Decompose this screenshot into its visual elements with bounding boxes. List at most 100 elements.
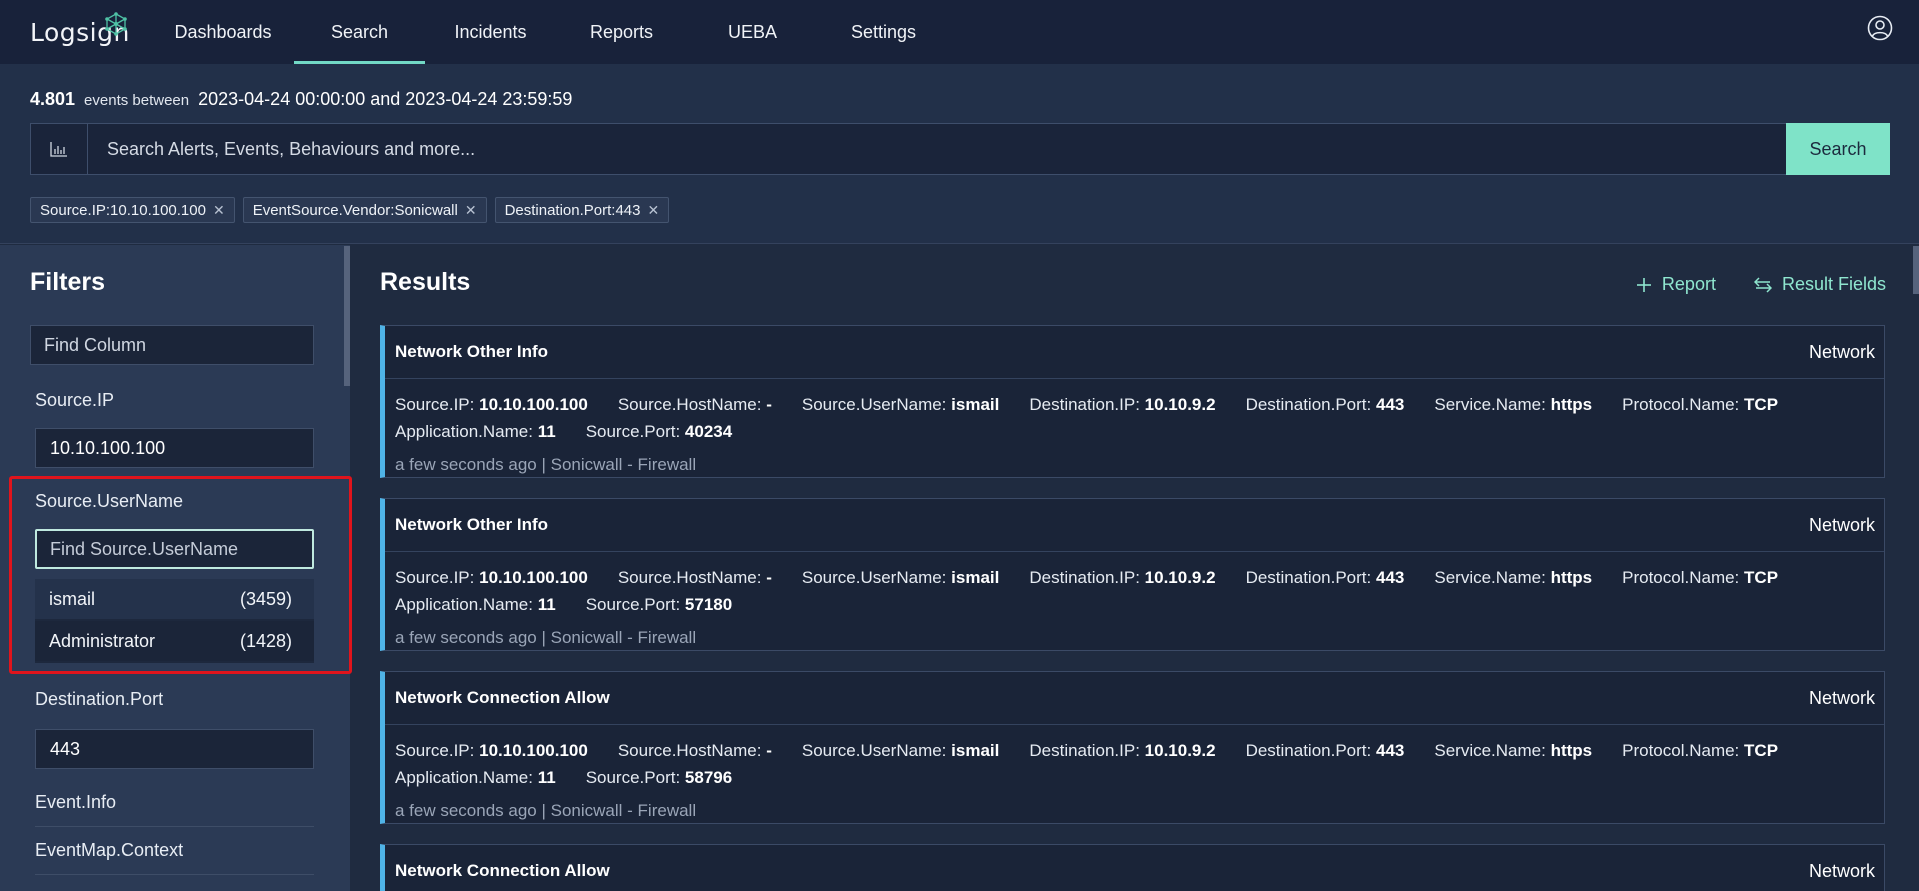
username-option[interactable]: Administrator (1428): [35, 621, 314, 661]
field-pair[interactable]: Application.Name: 11: [395, 595, 556, 615]
field-pair[interactable]: Protocol.Name: TCP: [1622, 741, 1778, 761]
close-icon[interactable]: ✕: [647, 202, 659, 219]
nav-dashboards[interactable]: Dashboards: [152, 0, 294, 64]
field-value: 40234: [684, 421, 733, 441]
field-pair[interactable]: Source.UserName: ismail: [802, 395, 1000, 415]
source-ip-label[interactable]: Source.IP: [35, 390, 114, 411]
field-pair[interactable]: Source.HostName: -: [618, 395, 772, 415]
field-pair[interactable]: Destination.IP: 10.10.9.2: [1029, 741, 1215, 761]
result-card[interactable]: Network Other Info Network Source.IP: 10.1…: [380, 325, 1885, 478]
search-panel: 4.801 events between 2023-04-24 00:00:00…: [0, 64, 1919, 244]
plus-icon: [1636, 277, 1651, 292]
field-pair[interactable]: Protocol.Name: TCP: [1622, 395, 1778, 415]
field-key: Protocol.Name:: [1622, 740, 1740, 760]
field-pair[interactable]: Destination.IP: 10.10.9.2: [1029, 395, 1215, 415]
field-value: TCP: [1744, 394, 1779, 414]
field-row: Source.IP: 10.10.100.100 Source.HostName:…: [395, 391, 1874, 418]
filter-chip[interactable]: Destination.Port:443 ✕: [494, 197, 670, 223]
field-pair[interactable]: Service.Name: https: [1434, 568, 1592, 588]
close-icon[interactable]: ✕: [213, 202, 225, 219]
field-value: 11: [537, 594, 556, 614]
field-value: 443: [1375, 394, 1405, 414]
field-pair[interactable]: Service.Name: https: [1434, 395, 1592, 415]
search-input[interactable]: [88, 124, 1786, 174]
field-key: Source.HostName:: [617, 567, 762, 587]
card-title[interactable]: Network Other Info: [395, 342, 548, 362]
time-range[interactable]: 2023-04-24 00:00:00 and 2023-04-24 23:59…: [198, 89, 572, 110]
destination-port-label[interactable]: Destination.Port: [35, 689, 163, 710]
find-username-input[interactable]: [35, 529, 314, 569]
source-username-label[interactable]: Source.UserName: [35, 491, 183, 512]
nav-incidents[interactable]: Incidents: [425, 0, 556, 64]
field-row: Application.Name: 11 Source.Port: 57180: [395, 591, 1874, 618]
field-pair[interactable]: Source.UserName: ismail: [802, 568, 1000, 588]
result-card[interactable]: Network Connection Allow Network Source.IP…: [380, 671, 1885, 824]
field-value: ismail: [951, 567, 1000, 587]
result-fields-label: Result Fields: [1781, 274, 1886, 294]
field-pair[interactable]: Source.HostName: -: [618, 741, 772, 761]
search-bar: Search: [30, 123, 1890, 175]
nav-settings[interactable]: Settings: [818, 0, 949, 64]
filter-chip[interactable]: EventSource.Vendor:Sonicwall ✕: [242, 197, 487, 223]
card-title[interactable]: Network Other Info: [395, 515, 548, 535]
field-pair[interactable]: Application.Name: 11: [395, 768, 556, 788]
field-key: Destination.Port:: [1245, 567, 1372, 587]
card-title[interactable]: Network Connection Allow: [395, 861, 610, 881]
result-fields-button[interactable]: Result Fields: [1753, 274, 1886, 295]
filters-sidebar: Filters Source.IP 10.10.100.100 Source.U…: [0, 245, 350, 891]
field-pair[interactable]: Service.Name: https: [1434, 741, 1592, 761]
field-pair[interactable]: Source.IP: 10.10.100.100: [395, 395, 588, 415]
card-header: Network Other Info Network: [385, 326, 1884, 379]
nav-ueba[interactable]: UEBA: [687, 0, 818, 64]
field-pair[interactable]: Source.Port: 40234: [586, 422, 733, 442]
field-pair[interactable]: Source.IP: 10.10.100.100: [395, 568, 588, 588]
field-pair[interactable]: Protocol.Name: TCP: [1622, 568, 1778, 588]
field-pair[interactable]: Source.IP: 10.10.100.100: [395, 741, 588, 761]
report-button[interactable]: Report: [1636, 274, 1716, 295]
nav-search[interactable]: Search: [294, 0, 425, 64]
top-nav-bar: Logsign Dashboards Search Incidents Repo…: [0, 0, 1919, 64]
option-count: (1428): [239, 630, 292, 651]
eventmap-context-filter[interactable]: EventMap.Context: [35, 827, 314, 875]
nav-reports[interactable]: Reports: [556, 0, 687, 64]
field-key: Destination.IP:: [1029, 740, 1140, 760]
active-filter-chips: Source.IP:10.10.100.100 ✕ EventSource.Ve…: [30, 197, 670, 223]
histogram-toggle-button[interactable]: [31, 124, 88, 174]
result-card[interactable]: Network Connection Allow Network: [380, 844, 1885, 891]
source-ip-value[interactable]: 10.10.100.100: [35, 428, 314, 468]
find-column-input[interactable]: [30, 325, 314, 365]
username-option[interactable]: ismail (3459): [35, 579, 314, 619]
field-pair[interactable]: Source.UserName: ismail: [802, 741, 1000, 761]
results-title: Results: [380, 268, 471, 296]
field-pair[interactable]: Source.Port: 57180: [586, 595, 733, 615]
field-key: Source.Port:: [585, 421, 681, 441]
card-title[interactable]: Network Connection Allow: [395, 688, 610, 708]
field-key: Source.IP:: [395, 394, 475, 414]
sidebar-scrollbar[interactable]: [344, 246, 350, 386]
filter-chip[interactable]: Source.IP:10.10.100.100 ✕: [30, 197, 235, 223]
close-icon[interactable]: ✕: [465, 202, 477, 219]
destination-port-value[interactable]: 443: [35, 729, 314, 769]
field-key: Service.Name:: [1434, 567, 1546, 587]
card-body: Source.IP: 10.10.100.100 Source.HostName:…: [385, 379, 1884, 477]
field-pair[interactable]: Source.Port: 58796: [586, 768, 733, 788]
event-info-filter[interactable]: Event.Info: [35, 779, 314, 827]
field-pair[interactable]: Destination.Port: 443: [1246, 741, 1405, 761]
result-card[interactable]: Network Other Info Network Source.IP: 10.1…: [380, 498, 1885, 651]
field-pair[interactable]: Application.Name: 11: [395, 422, 556, 442]
main-nav: Dashboards Search Incidents Reports UEBA…: [152, 0, 949, 64]
results-scrollbar[interactable]: [1913, 246, 1919, 294]
field-key: Application.Name:: [395, 594, 533, 614]
chip-label: Source.IP:10.10.100.100: [40, 201, 206, 219]
logo[interactable]: Logsign: [30, 12, 130, 47]
field-pair[interactable]: Destination.Port: 443: [1246, 568, 1405, 588]
chip-label: EventSource.Vendor:Sonicwall: [252, 201, 458, 219]
username-dropdown: ismail (3459) Administrator (1428): [35, 579, 314, 663]
field-key: Protocol.Name:: [1622, 567, 1740, 587]
field-pair[interactable]: Destination.Port: 443: [1246, 395, 1405, 415]
search-button[interactable]: Search: [1786, 123, 1890, 175]
field-pair[interactable]: Source.HostName: -: [618, 568, 772, 588]
user-account-icon[interactable]: [1867, 15, 1893, 41]
field-value: 10.10.9.2: [1144, 567, 1216, 587]
field-pair[interactable]: Destination.IP: 10.10.9.2: [1029, 568, 1215, 588]
